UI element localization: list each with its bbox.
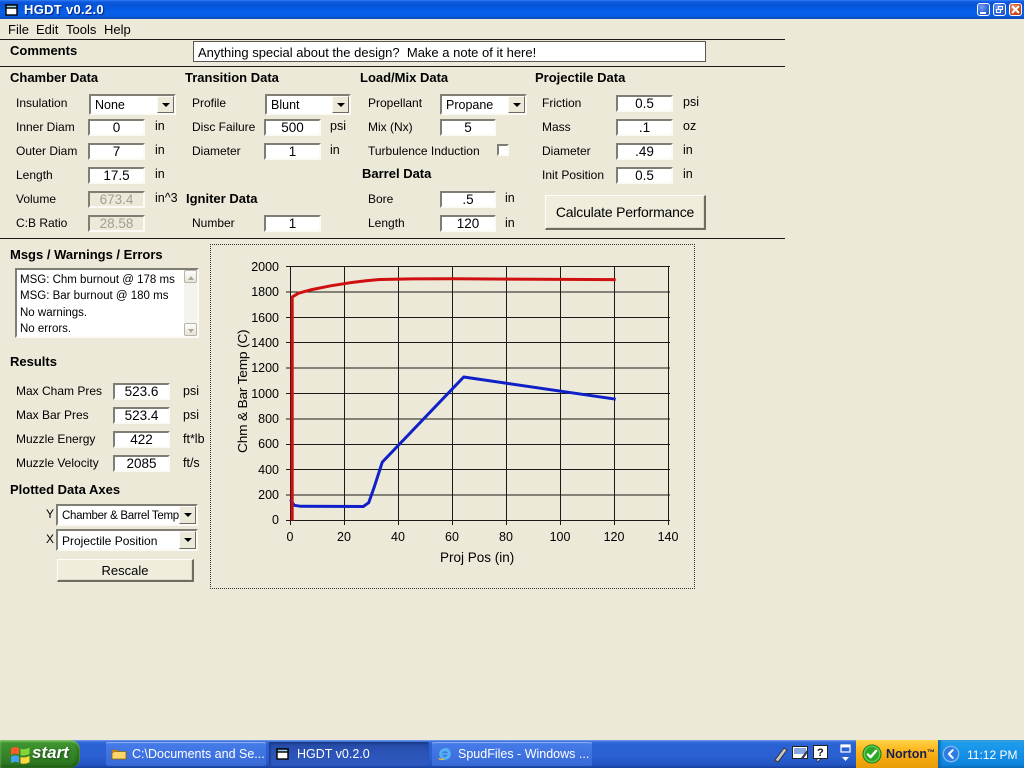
svg-text:?: ?: [817, 747, 824, 759]
